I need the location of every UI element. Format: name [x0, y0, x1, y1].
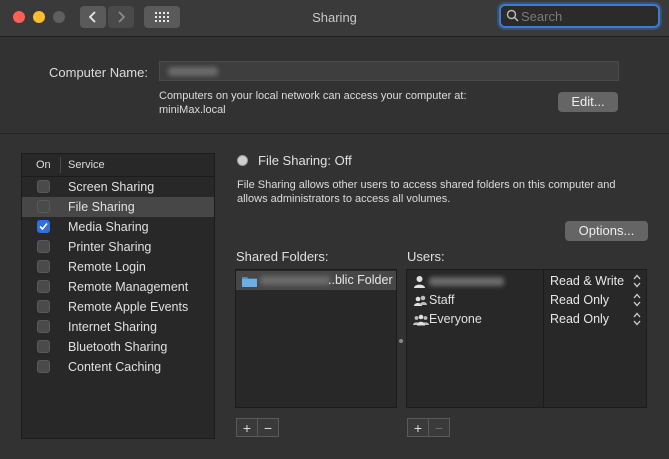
- remove-shared-folder-button[interactable]: −: [257, 419, 278, 436]
- shared-folders-list[interactable]: ..blic Folder: [235, 269, 397, 408]
- service-row-screen-sharing[interactable]: Screen Sharing: [22, 177, 214, 197]
- person-icon: [414, 276, 425, 288]
- shared-folders-controls: + −: [236, 418, 279, 437]
- user-row[interactable]: Everyone Read Only: [407, 310, 646, 329]
- column-header-on[interactable]: On: [36, 159, 51, 171]
- folder-name: ..blic Folder: [328, 273, 393, 287]
- service-row-printer-sharing[interactable]: Printer Sharing: [22, 237, 214, 257]
- add-shared-folder-button[interactable]: +: [237, 419, 257, 436]
- users-controls: + −: [407, 418, 450, 437]
- shared-folders-label: Shared Folders:: [236, 249, 329, 264]
- search-box[interactable]: [499, 4, 660, 28]
- checkbox[interactable]: [37, 240, 50, 253]
- updown-arrows-icon[interactable]: [633, 292, 641, 308]
- computer-name-label: Computer Name:: [49, 65, 148, 80]
- file-sharing-status: File Sharing: Off: [258, 153, 352, 168]
- users-label: Users:: [407, 249, 445, 264]
- pane-splitter[interactable]: [399, 339, 403, 343]
- file-sharing-description: File Sharing allows other users to acces…: [237, 178, 657, 206]
- users-list[interactable]: Read & Write Staff Read Only Everyone Re…: [406, 269, 647, 408]
- service-row-remote-login[interactable]: Remote Login: [22, 257, 214, 277]
- column-header-service[interactable]: Service: [68, 159, 105, 171]
- service-row-file-sharing[interactable]: File Sharing: [22, 197, 214, 217]
- service-row-remote-management[interactable]: Remote Management: [22, 277, 214, 297]
- search-input[interactable]: [521, 7, 651, 25]
- service-label: Content Caching: [68, 360, 162, 374]
- updown-arrows-icon[interactable]: [633, 311, 641, 327]
- service-label: Bluetooth Sharing: [68, 340, 168, 354]
- service-row-remote-apple-events[interactable]: Remote Apple Events: [22, 297, 214, 317]
- add-user-button[interactable]: +: [408, 419, 428, 436]
- checkbox[interactable]: [37, 280, 50, 293]
- status-indicator-icon: [237, 155, 248, 166]
- computer-name-field[interactable]: [159, 61, 619, 81]
- service-label: Media Sharing: [68, 220, 149, 234]
- options-button[interactable]: Options...: [565, 221, 648, 241]
- user-row[interactable]: Read & Write: [407, 272, 646, 291]
- shared-folder-row[interactable]: ..blic Folder: [236, 271, 396, 290]
- group-icon: [414, 295, 427, 306]
- description-line: allows administrators to access all volu…: [237, 193, 451, 205]
- redacted-folder-name: [260, 276, 330, 285]
- user-name: Everyone: [429, 312, 482, 326]
- checkbox[interactable]: [37, 180, 50, 193]
- service-row-content-caching[interactable]: Content Caching: [22, 357, 214, 377]
- service-label: Internet Sharing: [68, 320, 157, 334]
- user-name: Staff: [429, 293, 455, 307]
- search-icon: [506, 9, 519, 22]
- checkbox[interactable]: [37, 260, 50, 273]
- service-row-bluetooth-sharing[interactable]: Bluetooth Sharing: [22, 337, 214, 357]
- checkbox[interactable]: [37, 340, 50, 353]
- permission-value[interactable]: Read Only: [550, 293, 609, 307]
- folder-icon: [242, 277, 257, 287]
- local-hostname: miniMax.local: [159, 104, 226, 116]
- edit-button[interactable]: Edit...: [558, 92, 618, 112]
- remove-user-button[interactable]: −: [428, 419, 449, 436]
- service-label: Printer Sharing: [68, 240, 152, 254]
- checkmark-icon: [39, 222, 48, 231]
- services-list: On Service Screen Sharing File Sharing M…: [21, 153, 215, 439]
- permission-value[interactable]: Read & Write: [550, 274, 624, 288]
- checkbox-checked[interactable]: [37, 220, 50, 233]
- user-row[interactable]: Staff Read Only: [407, 291, 646, 310]
- everyone-icon: [413, 314, 429, 326]
- updown-arrows-icon[interactable]: [633, 273, 641, 289]
- checkbox[interactable]: [37, 200, 50, 213]
- service-label: Screen Sharing: [68, 180, 155, 194]
- title-bar: Sharing: [0, 0, 669, 37]
- redacted-user-name: [429, 277, 504, 286]
- checkbox[interactable]: [37, 360, 50, 373]
- service-label: Remote Management: [68, 280, 189, 294]
- services-header: On Service: [22, 154, 214, 177]
- divider: [0, 133, 669, 134]
- redacted-computer-name: [168, 67, 218, 76]
- checkbox[interactable]: [37, 320, 50, 333]
- permission-value[interactable]: Read Only: [550, 312, 609, 326]
- network-address-info: Computers on your local network can acce…: [159, 89, 467, 117]
- network-info-text: Computers on your local network can acce…: [159, 90, 467, 102]
- service-label: Remote Apple Events: [68, 300, 189, 314]
- service-row-media-sharing[interactable]: Media Sharing: [22, 217, 214, 237]
- description-line: File Sharing allows other users to acces…: [237, 179, 616, 191]
- service-row-internet-sharing[interactable]: Internet Sharing: [22, 317, 214, 337]
- service-label: Remote Login: [68, 260, 146, 274]
- column-separator: [60, 157, 61, 173]
- service-label: File Sharing: [68, 200, 135, 214]
- checkbox[interactable]: [37, 300, 50, 313]
